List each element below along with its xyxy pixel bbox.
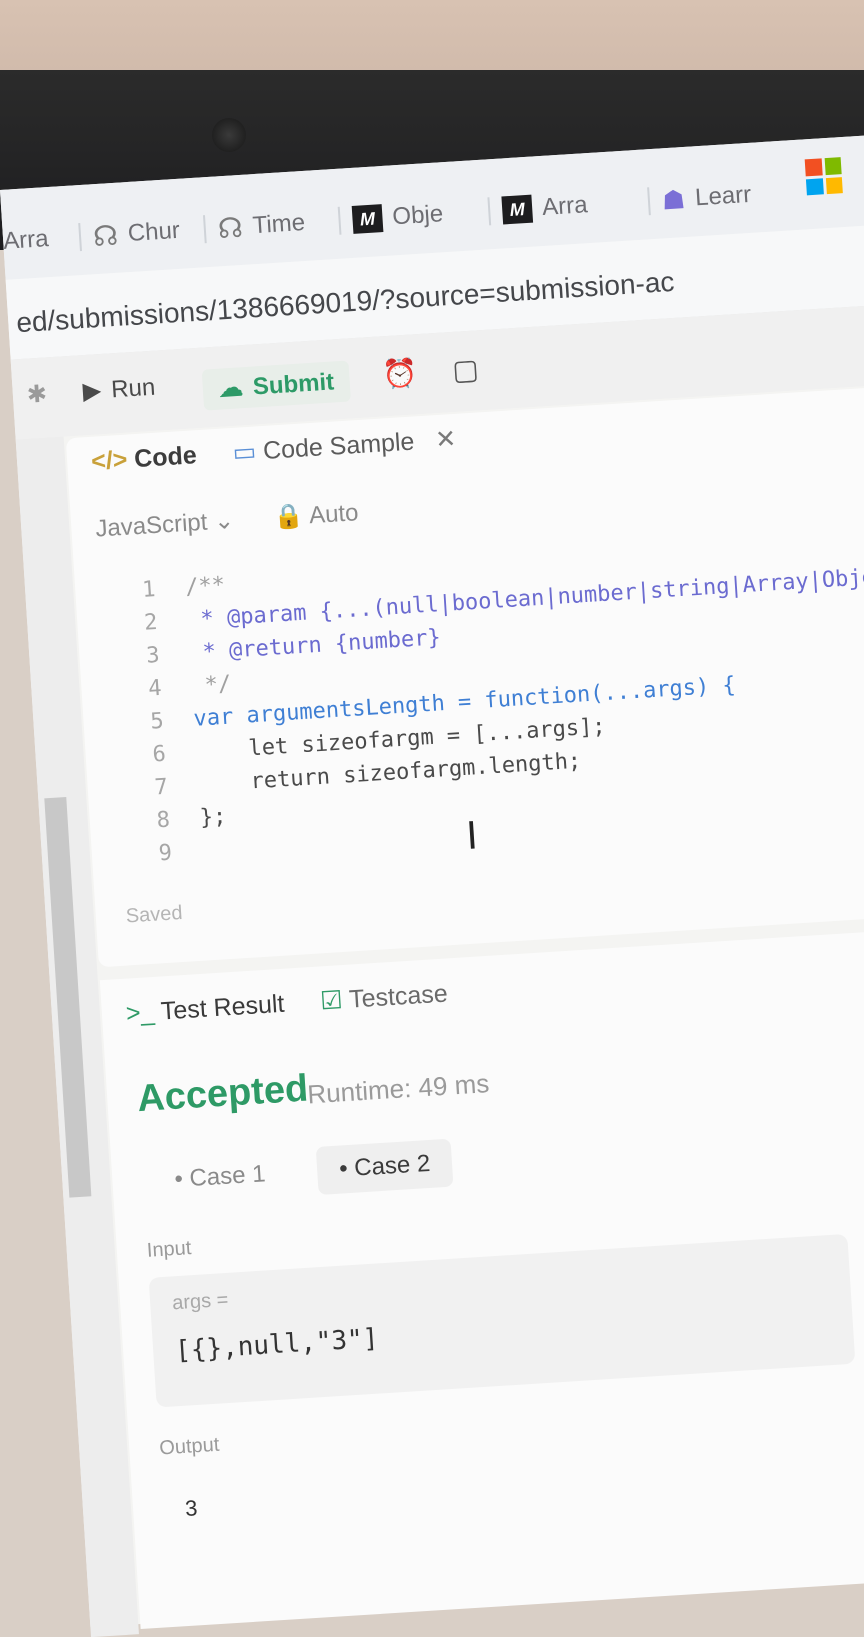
close-icon[interactable]: ✕ xyxy=(434,425,457,454)
leetcode-icon: ☊ xyxy=(92,219,119,252)
monitor-screen: Arra ☊ Chur ☊ Time M Obje M Arra ☗ Learr xyxy=(0,124,864,1637)
browser-tab[interactable]: M Obje xyxy=(337,194,444,240)
chevron-down-icon: ⌄ xyxy=(213,506,235,536)
scrollbar[interactable] xyxy=(44,797,92,1198)
m-icon: M xyxy=(501,194,534,225)
m-icon: M xyxy=(351,204,384,234)
checkbox-icon: ☑ xyxy=(319,986,344,1016)
tab-code-label: Code xyxy=(133,440,198,473)
browser-tab[interactable]: M Arra xyxy=(487,185,589,230)
tab-code-sample[interactable]: ▭ Code Sample ✕ xyxy=(232,424,457,468)
auto-label: Auto xyxy=(308,499,360,530)
run-label: Run xyxy=(110,373,157,403)
arg-name: args = xyxy=(171,1288,229,1315)
code-icon: </> xyxy=(90,445,129,476)
learn-icon: ☗ xyxy=(660,183,687,215)
status-dot-icon: • xyxy=(338,1155,349,1183)
line-number: 8 xyxy=(155,807,171,834)
code-area[interactable]: 1 /** 2 * @param {...(null|boolean|numbe… xyxy=(104,526,864,872)
case-label: Case 1 xyxy=(188,1160,267,1193)
webcam-icon xyxy=(212,118,246,152)
cloud-upload-icon: ☁ xyxy=(218,374,244,403)
alarm-clock-icon[interactable]: ⏰ xyxy=(381,356,418,391)
submit-button[interactable]: ☁ Submit xyxy=(201,360,352,411)
file-icon: ▭ xyxy=(231,437,258,467)
line-number: 3 xyxy=(145,642,161,669)
runtime-text: Runtime: 49 ms xyxy=(306,1068,491,1110)
terminal-icon: >_ xyxy=(125,997,156,1028)
tab-label: Arra xyxy=(2,225,50,255)
test-result-panel: >_ Test Result ☑ Testcase Accepted Runti… xyxy=(99,918,864,1630)
note-icon[interactable]: ▢ xyxy=(451,352,479,387)
output-value: 3 xyxy=(184,1495,199,1521)
language-label: JavaScript xyxy=(94,508,209,543)
tab-test-result[interactable]: >_ Test Result xyxy=(125,989,285,1028)
status-accepted: Accepted xyxy=(136,1067,310,1121)
line-number: 2 xyxy=(143,609,159,636)
saved-status: Saved xyxy=(125,901,184,928)
tab-label: Time xyxy=(251,208,306,240)
line-number: 7 xyxy=(153,774,169,801)
language-select[interactable]: JavaScript ⌄ xyxy=(95,506,235,544)
play-icon: ▶ xyxy=(81,377,103,406)
auto-toggle[interactable]: 🔒 Auto xyxy=(273,498,359,532)
line-number: 4 xyxy=(147,675,163,702)
bug-icon[interactable]: ✱ xyxy=(26,379,48,409)
run-button[interactable]: ▶ Run xyxy=(82,373,156,406)
line-number: 6 xyxy=(151,741,167,768)
code-text: /** xyxy=(184,572,226,601)
tab-label: Obje xyxy=(391,200,444,231)
lock-icon: 🔒 xyxy=(273,502,305,532)
tab-testcase-label: Testcase xyxy=(348,979,449,1014)
leetcode-icon: ☊ xyxy=(216,211,244,244)
code-text: }; xyxy=(199,804,228,831)
input-box: args = [{},null,"3"] xyxy=(148,1233,856,1408)
input-label: Input xyxy=(146,1237,192,1262)
line-number: 9 xyxy=(157,840,173,867)
case-tab[interactable]: • Case 2 xyxy=(315,1138,454,1195)
arg-value: [{},null,"3"] xyxy=(174,1323,380,1367)
case-label: Case 2 xyxy=(353,1149,432,1182)
tab-label: Learr xyxy=(694,180,752,212)
case-tab[interactable]: • Case 1 xyxy=(151,1149,289,1205)
code-editor-panel: </> Code ▭ Code Sample ✕ JavaScript ⌄ 🔒 … xyxy=(65,376,864,968)
browser-tab[interactable]: ☗ Learr xyxy=(647,175,753,221)
line-number: 1 xyxy=(141,577,157,603)
browser-tab[interactable]: ☊ Time xyxy=(202,203,307,248)
browser-tab[interactable]: Arra xyxy=(2,219,50,262)
line-number: 5 xyxy=(149,708,165,735)
output-label: Output xyxy=(158,1433,220,1460)
tab-label: Chur xyxy=(127,216,181,248)
tab-code[interactable]: </> Code xyxy=(90,441,197,477)
submit-label: Submit xyxy=(251,367,335,400)
tab-label: Arra xyxy=(541,191,589,221)
tab-sample-label: Code Sample xyxy=(262,427,416,465)
browser-tab[interactable]: ☊ Chur xyxy=(78,211,181,256)
code-text: */ xyxy=(190,671,233,699)
microsoft-logo-icon[interactable] xyxy=(804,157,843,196)
tab-result-label: Test Result xyxy=(160,989,286,1025)
status-dot-icon: • xyxy=(173,1165,184,1193)
tab-testcase[interactable]: ☑ Testcase xyxy=(319,979,448,1017)
